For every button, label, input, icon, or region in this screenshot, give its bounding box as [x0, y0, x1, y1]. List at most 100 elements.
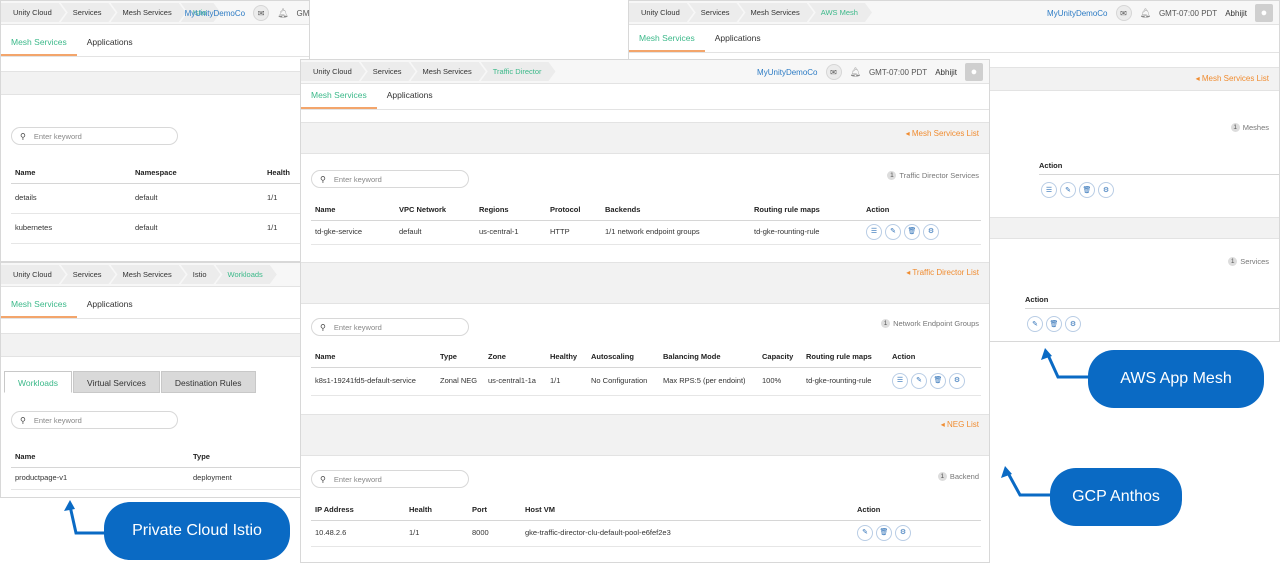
column-header[interactable]: Routing rule maps	[750, 200, 862, 221]
search-input[interactable]	[33, 415, 177, 425]
column-header[interactable]: Routing rule maps	[802, 347, 888, 368]
search-box[interactable]: ⚲	[311, 170, 469, 188]
list-icon[interactable]: ☰	[866, 224, 882, 240]
column-header[interactable]: Health	[405, 500, 468, 521]
column-header[interactable]: Regions	[475, 200, 546, 221]
tab-applications[interactable]: Applications	[77, 37, 143, 56]
edit-icon[interactable]: ✎	[1060, 182, 1076, 198]
table-row[interactable]: k8s1-19241fd5-default-service Zonal NEG …	[311, 367, 981, 396]
column-header[interactable]: Backends	[601, 200, 750, 221]
edit-icon[interactable]: ✎	[1027, 316, 1043, 332]
search-input[interactable]	[333, 474, 468, 484]
table-row[interactable]: kubernetes default 1/1	[11, 213, 309, 244]
column-header[interactable]: Healthy	[546, 347, 587, 368]
bell-icon[interactable]: 🔔︎	[850, 67, 861, 78]
delete-icon[interactable]: 🗑︎	[876, 525, 892, 541]
column-header[interactable]: Action	[888, 347, 981, 368]
table-row[interactable]: productpage-v1 deployment	[11, 467, 309, 490]
search-box[interactable]: ⚲	[11, 127, 178, 145]
breadcrumb-item[interactable]: Services	[61, 3, 116, 22]
column-header[interactable]: Balancing Mode	[659, 347, 758, 368]
delete-icon[interactable]: 🗑︎	[1046, 316, 1062, 332]
column-header[interactable]: Autoscaling	[587, 347, 659, 368]
mesh-services-list-link[interactable]: ◂ Mesh Services List	[906, 129, 979, 138]
search-input[interactable]	[333, 322, 468, 332]
column-header[interactable]: Zone	[484, 347, 546, 368]
tab-applications[interactable]: Applications	[77, 299, 143, 318]
column-header[interactable]: Port	[468, 500, 521, 521]
breadcrumb-item[interactable]: Unity Cloud	[1, 3, 66, 22]
search-box[interactable]: ⚲	[311, 470, 469, 488]
breadcrumb-item[interactable]: Istio	[181, 265, 221, 284]
tab-mesh-services[interactable]: Mesh Services	[629, 33, 705, 52]
breadcrumb-item[interactable]: Mesh Services	[111, 3, 186, 22]
email-icon[interactable]: ✉	[253, 5, 270, 21]
tab-destination-rules[interactable]: Destination Rules	[160, 371, 256, 393]
user-name[interactable]: Abhijit	[1225, 9, 1247, 18]
tab-virtual-services[interactable]: Virtual Services	[73, 371, 160, 393]
user-name[interactable]: Abhijit	[935, 68, 957, 77]
breadcrumb-item[interactable]: Unity Cloud	[1, 265, 66, 284]
tab-mesh-services[interactable]: Mesh Services	[1, 37, 77, 56]
column-header[interactable]: VPC Network	[395, 200, 475, 221]
td-list-link[interactable]: ◂ Traffic Director List	[906, 268, 979, 277]
breadcrumb-item[interactable]: Unity Cloud	[301, 62, 366, 81]
delete-icon[interactable]: 🗑︎	[1079, 182, 1095, 198]
column-header[interactable]: Capacity	[758, 347, 802, 368]
breadcrumb-item[interactable]: Services	[61, 265, 116, 284]
email-icon[interactable]: ✉	[825, 64, 842, 80]
email-icon[interactable]: ✉	[1115, 5, 1132, 21]
column-header[interactable]: Protocol	[546, 200, 601, 221]
column-header[interactable]: IP Address	[311, 500, 405, 521]
edit-icon[interactable]: ✎	[857, 525, 873, 541]
org-name[interactable]: MyUnityDemoCo	[185, 9, 245, 18]
breadcrumb-item[interactable]: Unity Cloud	[629, 3, 694, 22]
breadcrumb-item[interactable]: Workloads	[216, 265, 277, 284]
edit-icon[interactable]: ✎	[911, 373, 927, 389]
traffic-icon[interactable]: ⚙	[949, 373, 965, 389]
search-input[interactable]	[333, 174, 468, 184]
breadcrumb-item[interactable]: AWS Mesh	[809, 3, 872, 22]
list-icon[interactable]: ☰	[892, 373, 908, 389]
column-header[interactable]: Type	[436, 347, 484, 368]
table-row[interactable]: td-gke-service default us-central-1 HTTP…	[311, 220, 981, 245]
column-header[interactable]: Name	[11, 163, 131, 184]
table-row[interactable]: details default 1/1	[11, 183, 309, 214]
mesh-services-list-link[interactable]: ◂ Mesh Services List	[1196, 74, 1269, 83]
breadcrumb-item[interactable]: Traffic Director	[481, 62, 556, 81]
breadcrumb-item[interactable]: Mesh Services	[411, 62, 486, 81]
search-box[interactable]: ⚲	[11, 411, 178, 429]
delete-icon[interactable]: 🗑︎	[930, 373, 946, 389]
org-name[interactable]: MyUnityDemoCo	[757, 68, 817, 77]
column-header[interactable]: Action	[862, 200, 981, 221]
column-header[interactable]: Host VM	[521, 500, 853, 521]
breadcrumb-item[interactable]: Services	[689, 3, 744, 22]
breadcrumb-item[interactable]: Mesh Services	[111, 265, 186, 284]
neg-list-link[interactable]: ◂ NEG List	[941, 420, 979, 429]
traffic-icon[interactable]: ⚙	[1065, 316, 1081, 332]
bell-icon[interactable]: 🔔︎	[1140, 8, 1151, 19]
column-header[interactable]: Name	[311, 347, 436, 368]
breadcrumb-item[interactable]: Services	[361, 62, 416, 81]
avatar-icon[interactable]: ●	[1255, 4, 1273, 22]
traffic-icon[interactable]: ⚙	[923, 224, 939, 240]
column-header[interactable]: Namespace	[131, 163, 263, 184]
list-icon[interactable]: ☰	[1041, 182, 1057, 198]
column-header[interactable]: Name	[311, 200, 395, 221]
search-input[interactable]	[33, 131, 177, 141]
tab-applications[interactable]: Applications	[377, 90, 443, 109]
tab-applications[interactable]: Applications	[705, 33, 771, 52]
column-header[interactable]: Name	[11, 447, 189, 468]
column-header[interactable]: Action	[853, 500, 981, 521]
traffic-icon[interactable]: ⚙	[1098, 182, 1114, 198]
tab-mesh-services[interactable]: Mesh Services	[1, 299, 77, 318]
breadcrumb-item[interactable]: Mesh Services	[739, 3, 814, 22]
table-row[interactable]: 10.48.2.6 1/1 8000 gke-traffic-director-…	[311, 520, 981, 547]
tab-mesh-services[interactable]: Mesh Services	[301, 90, 377, 109]
delete-icon[interactable]: 🗑︎	[904, 224, 920, 240]
bell-icon[interactable]: 🔔︎	[277, 8, 288, 19]
search-box[interactable]: ⚲	[311, 318, 469, 336]
tab-workloads[interactable]: Workloads	[4, 371, 72, 393]
edit-icon[interactable]: ✎	[885, 224, 901, 240]
column-header[interactable]: Type	[189, 447, 309, 468]
